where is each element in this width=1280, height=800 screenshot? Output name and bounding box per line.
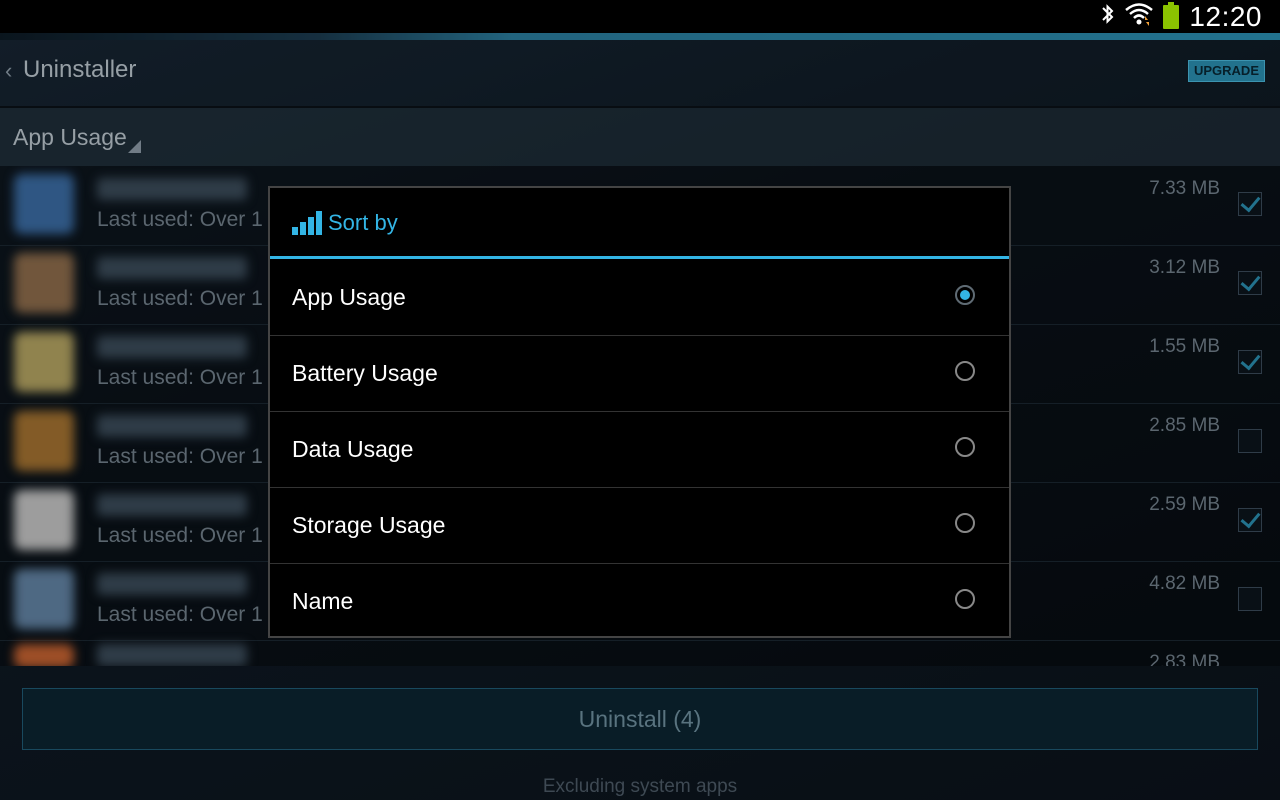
radio-button[interactable]	[955, 589, 975, 609]
clock: 12:20	[1189, 0, 1262, 32]
signal-bars-icon	[292, 211, 322, 235]
radio-button[interactable]	[955, 285, 975, 305]
wifi-icon	[1125, 2, 1154, 31]
radio-button[interactable]	[955, 513, 975, 533]
option-label: App Usage	[292, 284, 406, 310]
bluetooth-icon	[1101, 2, 1115, 31]
option-label: Data Usage	[292, 436, 414, 462]
option-label: Battery Usage	[292, 360, 438, 386]
option-label: Name	[292, 588, 354, 614]
status-bar: 12:20	[0, 0, 1280, 33]
sort-option-data-usage[interactable]: Data Usage	[270, 411, 1009, 488]
sort-option-name[interactable]: Name	[270, 563, 1009, 639]
sort-option-storage-usage[interactable]: Storage Usage	[270, 487, 1009, 564]
battery-icon	[1163, 1, 1180, 29]
sort-option-battery-usage[interactable]: Battery Usage	[270, 335, 1009, 412]
dialog-title: Sort by	[328, 210, 398, 235]
option-label: Storage Usage	[292, 512, 446, 538]
dialog-header: Sort by	[270, 188, 1009, 258]
sort-option-app-usage[interactable]: App Usage	[270, 259, 1009, 336]
radio-button[interactable]	[955, 437, 975, 457]
sort-by-dialog: Sort by App Usage Battery Usage Data Usa…	[268, 186, 1011, 638]
radio-button[interactable]	[955, 361, 975, 381]
